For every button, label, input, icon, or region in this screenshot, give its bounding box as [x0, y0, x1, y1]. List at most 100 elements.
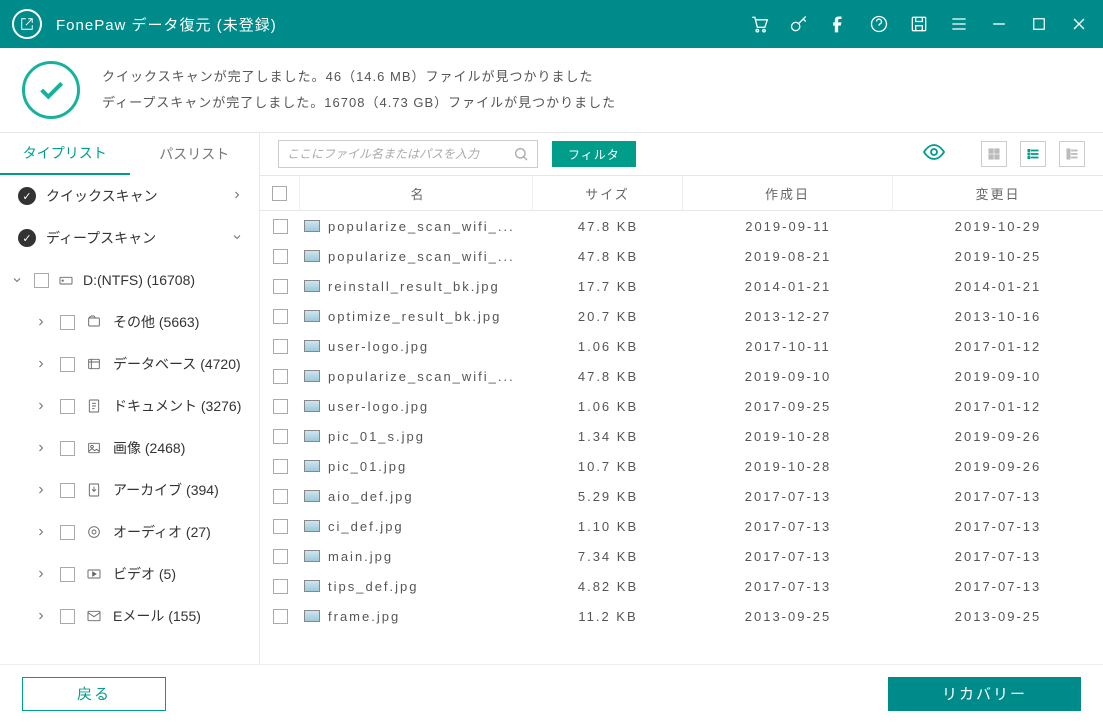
chevron-right-icon[interactable]: [32, 400, 50, 412]
chevron-right-icon[interactable]: [32, 610, 50, 622]
checkbox[interactable]: [60, 357, 75, 372]
view-detail-icon[interactable]: [1059, 141, 1085, 167]
col-size[interactable]: サイズ: [533, 176, 683, 210]
help-icon[interactable]: [859, 4, 899, 44]
row-checkbox[interactable]: [273, 459, 288, 474]
close-icon[interactable]: [1059, 4, 1099, 44]
table-row[interactable]: user-logo.jpg 1.06 KB 2017-10-11 2017-01…: [260, 331, 1103, 361]
file-modified: 2019-09-26: [893, 459, 1103, 474]
col-modified[interactable]: 変更日: [893, 176, 1103, 210]
row-checkbox[interactable]: [273, 309, 288, 324]
view-grid-icon[interactable]: [981, 141, 1007, 167]
facebook-icon[interactable]: [819, 4, 859, 44]
preview-icon[interactable]: [922, 140, 946, 169]
cart-icon[interactable]: [739, 4, 779, 44]
save-icon[interactable]: [899, 4, 939, 44]
image-thumb-icon: [304, 550, 320, 562]
tree-category[interactable]: アーカイブ (394): [0, 469, 259, 511]
view-list-icon[interactable]: [1020, 141, 1046, 167]
select-all-checkbox[interactable]: [272, 186, 287, 201]
table-row[interactable]: tips_def.jpg 4.82 KB 2017-07-13 2017-07-…: [260, 571, 1103, 601]
key-icon[interactable]: [779, 4, 819, 44]
table-row[interactable]: optimize_result_bk.jpg 20.7 KB 2013-12-2…: [260, 301, 1103, 331]
tree-category[interactable]: ビデオ (5): [0, 553, 259, 595]
file-created: 2017-07-13: [683, 489, 893, 504]
tree-category[interactable]: オーディオ (27): [0, 511, 259, 553]
maximize-icon[interactable]: [1019, 4, 1059, 44]
menu-icon[interactable]: [939, 4, 979, 44]
search-box[interactable]: [278, 140, 538, 168]
table-row[interactable]: pic_01.jpg 10.7 KB 2019-10-28 2019-09-26: [260, 451, 1103, 481]
category-icon: [85, 482, 103, 498]
tab-type-list[interactable]: タイプリスト: [0, 133, 130, 175]
tree-drive[interactable]: D:(NTFS) (16708): [0, 259, 259, 301]
row-checkbox[interactable]: [273, 219, 288, 234]
chevron-right-icon[interactable]: [32, 526, 50, 538]
checkbox[interactable]: [60, 441, 75, 456]
row-checkbox[interactable]: [273, 399, 288, 414]
chevron-down-icon[interactable]: [8, 274, 26, 286]
minimize-icon[interactable]: [979, 4, 1019, 44]
row-checkbox[interactable]: [273, 279, 288, 294]
checkbox[interactable]: [60, 567, 75, 582]
file-size: 47.8 KB: [533, 249, 683, 264]
row-checkbox[interactable]: [273, 369, 288, 384]
checkbox[interactable]: [60, 315, 75, 330]
row-checkbox[interactable]: [273, 519, 288, 534]
table-row[interactable]: pic_01_s.jpg 1.34 KB 2019-10-28 2019-09-…: [260, 421, 1103, 451]
search-icon: [513, 146, 529, 162]
table-row[interactable]: popularize_scan_wifi_... 47.8 KB 2019-09…: [260, 361, 1103, 391]
chevron-down-icon[interactable]: [231, 230, 243, 246]
row-checkbox[interactable]: [273, 579, 288, 594]
tree-category[interactable]: その他 (5663): [0, 301, 259, 343]
file-size: 5.29 KB: [533, 489, 683, 504]
table-row[interactable]: aio_def.jpg 5.29 KB 2017-07-13 2017-07-1…: [260, 481, 1103, 511]
search-input[interactable]: [287, 147, 513, 161]
checkbox[interactable]: [34, 273, 49, 288]
col-created[interactable]: 作成日: [683, 176, 893, 210]
checkbox[interactable]: [60, 609, 75, 624]
table-row[interactable]: popularize_scan_wifi_... 47.8 KB 2019-08…: [260, 241, 1103, 271]
table-row[interactable]: ci_def.jpg 1.10 KB 2017-07-13 2017-07-13: [260, 511, 1103, 541]
table-row[interactable]: popularize_scan_wifi_... 47.8 KB 2019-09…: [260, 211, 1103, 241]
table-header: 名 サイズ 作成日 変更日: [260, 175, 1103, 211]
table-row[interactable]: user-logo.jpg 1.06 KB 2017-09-25 2017-01…: [260, 391, 1103, 421]
file-created: 2017-07-13: [683, 549, 893, 564]
category-icon: [85, 440, 103, 456]
tree-deep-scan[interactable]: ✓ディープスキャン: [0, 217, 259, 259]
checkbox[interactable]: [60, 525, 75, 540]
chevron-right-icon[interactable]: [32, 442, 50, 454]
checkbox[interactable]: [60, 483, 75, 498]
col-name[interactable]: 名: [300, 176, 533, 210]
row-checkbox[interactable]: [273, 249, 288, 264]
tree-category[interactable]: Eメール (155): [0, 595, 259, 637]
file-modified: 2019-10-25: [893, 249, 1103, 264]
tree-category[interactable]: 画像 (2468): [0, 427, 259, 469]
table-row[interactable]: frame.jpg 11.2 KB 2013-09-25 2013-09-25: [260, 601, 1103, 631]
filter-button[interactable]: フィルタ: [552, 141, 636, 167]
back-button[interactable]: 戻る: [22, 677, 166, 711]
image-thumb-icon: [304, 520, 320, 532]
tree-category[interactable]: データベース (4720): [0, 343, 259, 385]
tree-quick-scan[interactable]: ✓クイックスキャン: [0, 175, 259, 217]
chevron-right-icon[interactable]: [231, 188, 243, 204]
sidebar: タイプリスト パスリスト ✓クイックスキャン ✓ディープスキャン D:(NTFS…: [0, 133, 260, 664]
chevron-right-icon[interactable]: [32, 568, 50, 580]
chevron-right-icon[interactable]: [32, 358, 50, 370]
table-row[interactable]: main.jpg 7.34 KB 2017-07-13 2017-07-13: [260, 541, 1103, 571]
row-checkbox[interactable]: [273, 429, 288, 444]
row-checkbox[interactable]: [273, 489, 288, 504]
row-checkbox[interactable]: [273, 549, 288, 564]
file-created: 2017-09-25: [683, 399, 893, 414]
chevron-right-icon[interactable]: [32, 484, 50, 496]
image-thumb-icon: [304, 310, 320, 322]
recover-button[interactable]: リカバリー: [888, 677, 1081, 711]
tab-path-list[interactable]: パスリスト: [130, 133, 260, 175]
checkbox[interactable]: [60, 399, 75, 414]
file-created: 2017-07-13: [683, 519, 893, 534]
row-checkbox[interactable]: [273, 339, 288, 354]
chevron-right-icon[interactable]: [32, 316, 50, 328]
tree-category[interactable]: ドキュメント (3276): [0, 385, 259, 427]
row-checkbox[interactable]: [273, 609, 288, 624]
table-row[interactable]: reinstall_result_bk.jpg 17.7 KB 2014-01-…: [260, 271, 1103, 301]
